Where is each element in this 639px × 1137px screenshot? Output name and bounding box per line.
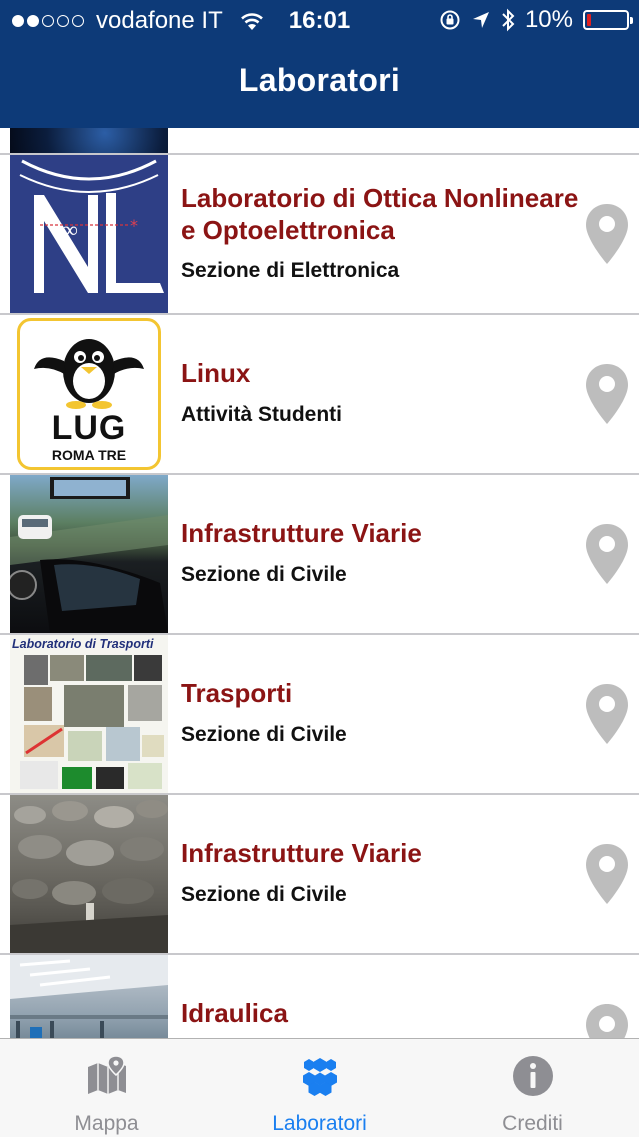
location-arrow-icon — [472, 12, 489, 28]
map-pin-icon[interactable] — [584, 682, 630, 746]
lab-thumbnail — [10, 955, 168, 1038]
svg-text:e: e — [66, 239, 76, 264]
map-pin-icon[interactable] — [584, 522, 630, 586]
tab-crediti[interactable]: Crediti — [426, 1039, 639, 1137]
map-pin-icon[interactable] — [584, 842, 630, 906]
lab-section: Sezione di Elettronica — [181, 259, 400, 282]
list-item[interactable]: Idraulica — [0, 955, 639, 1038]
tab-label: Crediti — [502, 1112, 563, 1135]
bluetooth-icon — [502, 8, 515, 32]
tab-label: Laboratori — [272, 1112, 367, 1135]
lug-logo: LUG ROMA TRE — [17, 318, 161, 470]
lab-section: Sezione di Civile — [181, 883, 347, 906]
lab-title: Idraulica — [181, 998, 288, 1028]
lab-thumbnail: ∞ e * — [10, 155, 168, 313]
svg-text:*: * — [130, 216, 138, 235]
top-bar: vodafone IT 16:01 10% Laboratori — [0, 0, 639, 128]
orientation-lock-icon — [440, 10, 460, 30]
penguin-icon — [34, 339, 144, 409]
list-item[interactable]: Infrastrutture Viarie Sezione di Civile — [0, 795, 639, 955]
list-item[interactable]: Laboratorio di Trasporti Trasporti Sezio… — [0, 635, 639, 795]
hydraulics-lab-photo — [10, 955, 168, 1038]
lab-title: Infrastrutture Viarie — [181, 838, 422, 868]
lab-thumbnail: LUG ROMA TRE — [10, 315, 168, 473]
tab-mappa[interactable]: Mappa — [0, 1039, 213, 1137]
map-pin-icon[interactable] — [584, 1002, 630, 1038]
lab-title: Linux — [181, 358, 251, 388]
list-item[interactable]: LUG ROMA TRE Linux Attività Studenti — [0, 315, 639, 475]
lab-title: Trasporti — [181, 678, 293, 708]
tab-laboratori[interactable]: Laboratori — [213, 1039, 426, 1137]
ballast-stones-photo — [10, 800, 168, 953]
lab-thumbnail — [10, 475, 168, 633]
driving-simulator-photo — [10, 477, 168, 633]
list-item[interactable]: Infrastrutture Viarie Sezione di Civile — [0, 475, 639, 635]
page-title: Laboratori — [238, 62, 401, 98]
lab-thumbnail: Laboratorio di Trasporti — [10, 635, 168, 793]
lab-thumbnail — [10, 128, 168, 153]
list-item[interactable]: ∞ e * Laboratorio di Ottica Nonlineare e… — [0, 155, 639, 315]
tab-bar: Mappa Laboratori Crediti — [0, 1038, 639, 1137]
map-icon — [88, 1055, 126, 1094]
lab-section: Attività Studenti — [181, 403, 342, 426]
trasporti-collage — [20, 655, 164, 789]
lab-title: Laboratorio di Ottica Nonlineare e Optoe… — [181, 183, 579, 245]
lab-title: Infrastrutture Viarie — [181, 518, 422, 548]
tab-label: Mappa — [74, 1112, 139, 1135]
status-bar: vodafone IT 16:01 10% — [0, 0, 639, 40]
labs-list[interactable]: ∞ e * Laboratorio di Ottica Nonlineare e… — [0, 128, 639, 1038]
battery-icon — [583, 10, 633, 30]
nel-logo-icon: ∞ e * — [10, 155, 168, 313]
map-pin-icon[interactable] — [584, 202, 630, 266]
lab-section: Sezione di Civile — [181, 723, 347, 746]
hexagons-icon — [303, 1058, 337, 1096]
lab-thumbnail — [10, 795, 168, 953]
lab-section: Sezione di Civile — [181, 563, 347, 586]
info-icon — [513, 1056, 553, 1096]
logo-text: LUG — [51, 409, 127, 447]
logo-text: ROMA TRE — [51, 447, 127, 463]
map-pin-icon[interactable] — [584, 362, 630, 426]
battery-percent: 10% — [524, 6, 573, 33]
